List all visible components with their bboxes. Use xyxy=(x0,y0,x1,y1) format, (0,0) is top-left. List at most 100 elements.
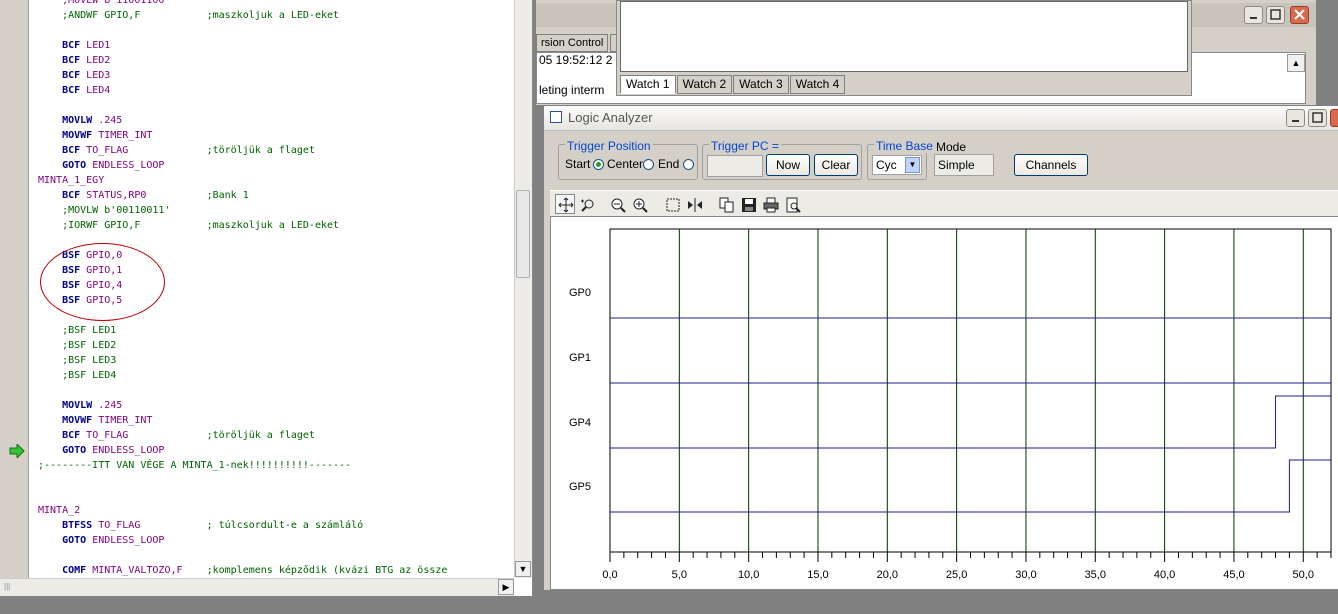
logic-analyzer-title-bar[interactable]: Logic Analyzer xyxy=(544,106,1338,131)
zoom-area-icon[interactable] xyxy=(577,194,597,214)
chevron-down-icon[interactable]: ▼ xyxy=(905,157,920,173)
code-line[interactable]: BCF TO_FLAG ;töröljük a flaget xyxy=(38,143,514,158)
code-line[interactable]: ;--------ITT VAN VÉGE A MINTA_1-nek!!!!!… xyxy=(38,458,514,473)
tab-watch-3[interactable]: Watch 3 xyxy=(733,75,789,94)
copy-icon[interactable] xyxy=(716,194,736,214)
code-line[interactable]: BTFSS TO_FLAG ; túlcsordult-e a számláló xyxy=(38,518,514,533)
channels-button[interactable]: Channels xyxy=(1014,154,1088,176)
code-line[interactable] xyxy=(38,548,514,563)
code-line[interactable]: COMF MINTA_VALTOZO,F ;komplemens képződi… xyxy=(38,563,514,578)
code-line[interactable] xyxy=(38,488,514,503)
code-token: GOTO xyxy=(38,160,87,171)
code-line[interactable]: ;BSF LED1 xyxy=(38,323,514,338)
clear-button[interactable]: Clear xyxy=(814,154,858,176)
now-button[interactable]: Now xyxy=(766,154,810,176)
channel-label: GP0 xyxy=(569,287,591,299)
output-line: 05 19:52:12 2 xyxy=(539,53,613,67)
code-line[interactable] xyxy=(38,98,514,113)
code-token: MOVLW xyxy=(38,115,93,126)
execution-pointer-icon xyxy=(9,444,25,458)
channel-label: GP4 xyxy=(569,417,591,429)
print-icon[interactable] xyxy=(760,194,780,214)
cursor-icon[interactable] xyxy=(684,194,704,214)
waveform-plot[interactable]: 0,0 5,0 10,0 15,0 20,0 25,0 30,0 35,0 40,0 45,0 50… xyxy=(550,216,1338,590)
code-line[interactable]: BCF TO_FLAG ;töröljük a flaget xyxy=(38,428,514,443)
scrollbar-grip-icon: ||| xyxy=(4,582,11,591)
output-scroll-up-button[interactable]: ▲ xyxy=(1287,54,1305,72)
code-token: ;töröljük a flaget xyxy=(128,145,315,156)
code-line[interactable]: BCF LED1 xyxy=(38,38,514,53)
code-token: COMF xyxy=(38,565,87,576)
mode-label: Mode xyxy=(936,140,967,154)
code-line[interactable]: GOTO ENDLESS_LOOP xyxy=(38,533,514,548)
code-line[interactable] xyxy=(38,383,514,398)
code-token: .245 xyxy=(92,400,123,411)
watch-list[interactable] xyxy=(620,1,1188,72)
code-token: ;BSF LED3 xyxy=(38,355,117,366)
code-token: ;BSF LED4 xyxy=(38,370,117,381)
code-line[interactable]: ;MOVLW b'00110011' xyxy=(38,203,514,218)
pan-icon[interactable] xyxy=(555,194,575,214)
code-line[interactable]: MOVLW .245 xyxy=(38,113,514,128)
output-minimize-button[interactable] xyxy=(1244,6,1263,24)
tab-version-control[interactable]: rsion Control xyxy=(536,34,609,52)
code-token: MOVWF xyxy=(38,415,93,426)
editor-horizontal-scrollbar[interactable]: ||| ▶ xyxy=(0,578,514,596)
scroll-down-button[interactable]: ▼ xyxy=(515,561,531,577)
code-token: ;Bank 1 xyxy=(146,190,249,201)
code-line[interactable]: ;MOVLW b'11001100' xyxy=(38,0,514,8)
output-close-button[interactable] xyxy=(1290,6,1309,24)
tab-watch-1[interactable]: Watch 1 xyxy=(620,75,676,94)
trigger-start-label: Start xyxy=(565,157,591,171)
trigger-end-radio[interactable] xyxy=(683,159,694,170)
code-line[interactable]: BCF LED2 xyxy=(38,53,514,68)
code-line[interactable]: ;BSF LED2 xyxy=(38,338,514,353)
code-line[interactable]: GOTO ENDLESS_LOOP xyxy=(38,158,514,173)
tab-watch-2[interactable]: Watch 2 xyxy=(676,75,733,94)
code-line[interactable] xyxy=(38,473,514,488)
code-token: ;MOVLW b'11001100' xyxy=(38,0,171,6)
code-line[interactable]: BCF LED4 xyxy=(38,83,514,98)
la-minimize-button[interactable] xyxy=(1286,109,1305,127)
x-tick-label: 10,0 xyxy=(738,569,759,581)
code-line[interactable]: ;IORWF GPIO,F ;maszkoljuk a LED-eket xyxy=(38,218,514,233)
code-line[interactable]: MINTA_2 xyxy=(38,503,514,518)
code-token: ;IORWF GPIO,F ;maszkoljuk a LED-eket xyxy=(38,220,340,231)
code-line[interactable]: BCF LED3 xyxy=(38,68,514,83)
x-tick-label: 5,0 xyxy=(672,569,687,581)
zoom-out-icon[interactable] xyxy=(607,194,627,214)
select-icon[interactable] xyxy=(662,194,682,214)
trigger-center-radio[interactable] xyxy=(643,159,654,170)
code-token: LED1 xyxy=(80,40,111,51)
code-editor[interactable]: ;MOVLW b'11001100' ;ANDWF GPIO,F ;maszko… xyxy=(0,0,533,596)
scrollbar-thumb[interactable] xyxy=(516,190,530,278)
save-icon[interactable] xyxy=(738,194,758,214)
code-token: ENDLESS_LOOP xyxy=(86,160,165,171)
print-preview-icon[interactable] xyxy=(782,194,802,214)
zoom-in-icon[interactable] xyxy=(629,194,649,214)
code-line[interactable]: BCF STATUS,RP0 ;Bank 1 xyxy=(38,188,514,203)
la-maximize-button[interactable] xyxy=(1308,109,1327,127)
x-tick-label: 25,0 xyxy=(946,569,967,581)
trigger-start-radio[interactable] xyxy=(593,159,604,170)
output-maximize-button[interactable] xyxy=(1266,6,1285,24)
editor-vertical-scrollbar[interactable]: ▼ xyxy=(514,0,532,578)
code-line[interactable]: MINTA_1_EGY xyxy=(38,173,514,188)
la-close-button[interactable] xyxy=(1330,109,1338,127)
tab-watch-4[interactable]: Watch 4 xyxy=(789,75,846,94)
code-line[interactable]: MOVLW .245 xyxy=(38,398,514,413)
code-token: GOTO xyxy=(38,445,87,456)
code-line[interactable]: GOTO ENDLESS_LOOP xyxy=(38,443,514,458)
code-token: TO_FLAG xyxy=(92,520,141,531)
waveform-chart[interactable]: 0,0 5,0 10,0 15,0 20,0 25,0 30,0 35,0 40,0 45,0 50… xyxy=(551,217,1338,589)
trigger-pc-input[interactable] xyxy=(707,155,763,177)
code-line[interactable]: ;BSF LED4 xyxy=(38,368,514,383)
scroll-right-button[interactable]: ▶ xyxy=(498,579,514,595)
code-line[interactable]: MOVWF TIMER_INT xyxy=(38,413,514,428)
code-line[interactable]: ;BSF LED3 xyxy=(38,353,514,368)
time-base-select[interactable]: Cyc ▼ xyxy=(872,155,922,175)
code-line[interactable]: MOVWF TIMER_INT xyxy=(38,128,514,143)
code-line[interactable] xyxy=(38,23,514,38)
code-line[interactable]: ;ANDWF GPIO,F ;maszkoljuk a LED-eket xyxy=(38,8,514,23)
editor-gutter[interactable] xyxy=(0,0,29,578)
